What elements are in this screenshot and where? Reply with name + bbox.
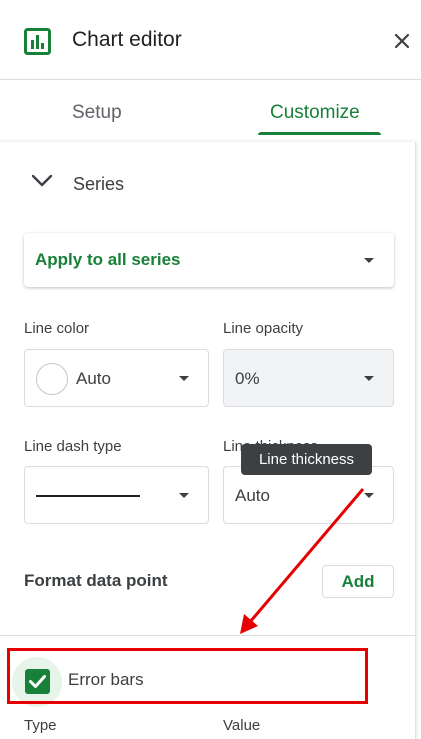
page-title: Chart editor [72,28,182,51]
format-data-point-label: Format data point [24,571,168,590]
line-opacity-value: 0% [235,369,260,388]
series-selector-dropdown[interactable]: Apply to all series [24,233,394,287]
add-data-point-button[interactable]: Add [322,565,394,598]
series-selector-value: Apply to all series [35,250,181,269]
chevron-down-icon [31,174,53,187]
dropdown-caret-icon [179,493,189,498]
line-dash-type-select[interactable] [24,466,209,524]
dropdown-caret-icon [364,493,374,498]
line-opacity-select[interactable]: 0% [223,349,394,407]
editor-header: Chart editor [0,0,421,80]
active-tab-indicator [258,132,381,135]
type-label: Type [24,717,57,734]
line-thickness-value: Auto [235,486,270,505]
dropdown-caret-icon [179,376,189,381]
series-section-label: Series [73,174,125,194]
dropdown-caret-icon [364,258,374,263]
bar-chart-icon [24,28,51,55]
solid-line-icon [36,495,140,497]
error-bars-highlight-box [7,648,368,704]
tab-bar: Setup Customize [0,81,421,137]
line-color-select[interactable]: Auto [24,349,209,407]
close-icon[interactable] [392,31,412,51]
line-color-label: Line color [24,320,90,337]
value-label: Value [223,717,261,734]
section-divider [0,635,416,636]
tab-setup[interactable]: Setup [72,102,122,124]
line-color-value: Auto [76,369,111,388]
line-thickness-tooltip: Line thickness [241,444,372,475]
color-swatch [36,363,68,395]
dropdown-caret-icon [364,376,374,381]
line-dash-type-label: Line dash type [24,438,122,455]
line-opacity-label: Line opacity [223,320,304,337]
tab-customize[interactable]: Customize [270,102,360,124]
